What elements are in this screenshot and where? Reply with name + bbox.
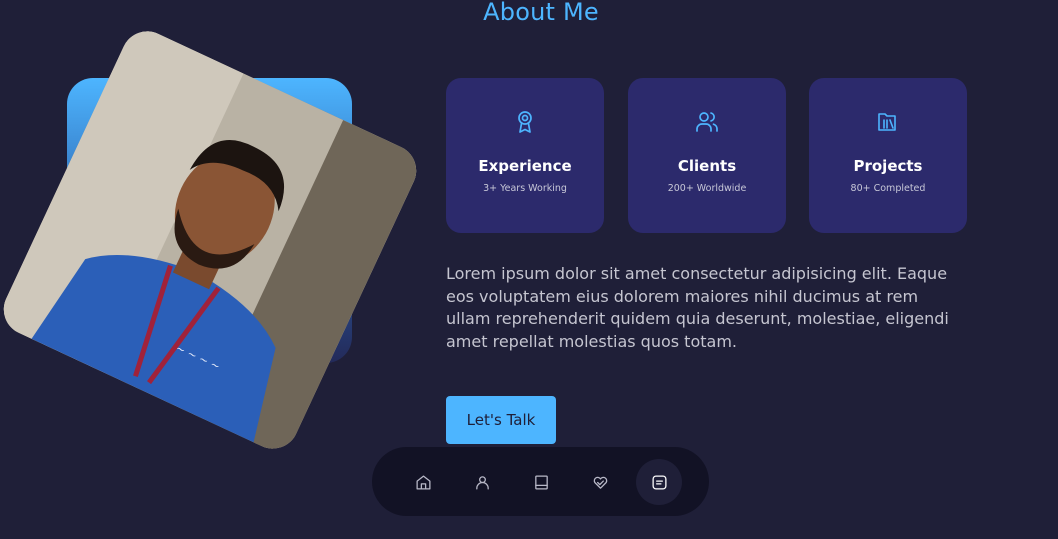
card-subtitle: 3+ Years Working	[483, 183, 567, 194]
card-title: Experience	[478, 157, 572, 175]
services-icon	[593, 476, 607, 489]
card-subtitle: 80+ Completed	[850, 183, 926, 194]
award-icon	[446, 110, 604, 136]
clients-card: Clients 200+ Worldwide	[628, 78, 786, 233]
nav-contact[interactable]	[636, 459, 682, 505]
profile-photo: ~ ~ ~ ~	[0, 22, 425, 458]
experience-card: Experience 3+ Years Working	[446, 78, 604, 233]
nav-home[interactable]	[400, 459, 446, 505]
about-text: Lorem ipsum dolor sit amet consectetur a…	[446, 264, 949, 352]
user-icon	[475, 475, 489, 490]
nav-experience[interactable]	[518, 459, 564, 505]
card-title: Clients	[677, 157, 737, 175]
message-icon	[651, 474, 667, 490]
nav-services[interactable]	[577, 459, 623, 505]
home-icon	[415, 474, 431, 490]
lets-talk-button[interactable]: Let's Talk	[446, 396, 556, 444]
book-icon	[534, 474, 548, 490]
card-subtitle: 200+ Worldwide	[667, 183, 747, 194]
bottom-nav	[372, 447, 709, 516]
card-title: Projects	[853, 157, 923, 175]
about-photo-section: ~ ~ ~ ~	[0, 0, 430, 470]
users-icon	[628, 110, 786, 136]
projects-card: Projects 80+ Completed	[809, 78, 967, 233]
nav-about[interactable]	[459, 459, 505, 505]
folder-icon	[809, 110, 967, 136]
